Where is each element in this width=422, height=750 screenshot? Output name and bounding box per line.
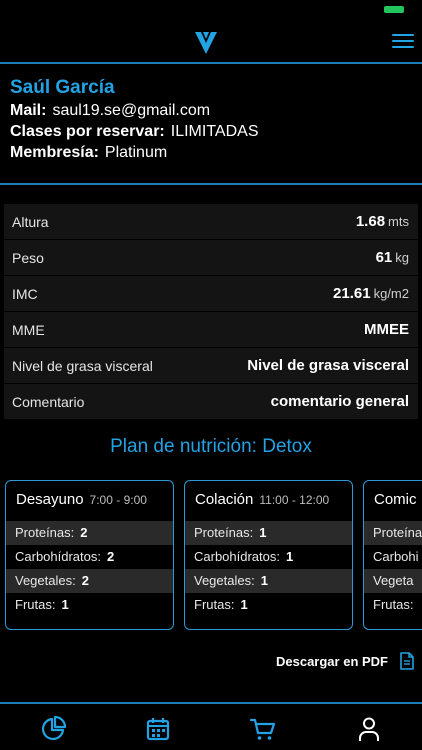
- meal-item: Proteínas: 1: [185, 521, 352, 545]
- meal-name: Desayuno: [16, 491, 84, 508]
- download-pdf-label: Descargar en PDF: [276, 653, 388, 669]
- meal-name: Colación: [195, 491, 254, 508]
- calendar-icon[interactable]: [145, 716, 171, 742]
- stat-value: 21.61: [333, 285, 371, 302]
- pie-chart-icon[interactable]: [40, 716, 66, 742]
- meal-item: Carbohídratos: 2: [15, 549, 115, 564]
- meal-item: Vegetales: 1: [185, 569, 352, 593]
- stat-row-altura: Altura 1.68 mts: [4, 204, 418, 239]
- stat-label: Altura: [12, 213, 49, 230]
- membership-label: Membresía:: [10, 144, 99, 161]
- battery-icon: [384, 6, 404, 13]
- meal-card-comida[interactable]: Comic Proteína Carbohi Vegeta Frutas:: [363, 480, 422, 630]
- bottom-tab-bar: [0, 702, 422, 750]
- stat-row-imc: IMC 21.61 kg/m2: [4, 276, 418, 311]
- meal-time: 11:00 - 12:00: [259, 493, 330, 507]
- stat-unit: kg/m2: [373, 286, 409, 301]
- stat-row-mme: MME MMEE: [4, 312, 418, 347]
- stat-unit: mts: [388, 214, 409, 229]
- classes-row: Clases por reservar: ILIMITADAS: [10, 121, 414, 142]
- membership-row: Membresía: Platinum: [10, 142, 414, 163]
- mail-label: Mail:: [10, 102, 47, 119]
- meal-card-colacion[interactable]: Colación 11:00 - 12:00 Proteínas: 1 Carboh…: [184, 480, 353, 630]
- meal-item: Frutas: 1: [15, 597, 69, 612]
- stat-value: 1.68: [355, 213, 386, 230]
- person-icon[interactable]: [356, 716, 382, 742]
- classes-label: Clases por reservar:: [10, 123, 165, 140]
- meal-item: Frutas: 1: [194, 597, 248, 612]
- meal-time: 7:00 - 9:00: [89, 493, 147, 507]
- mail-value: saul19.se@gmail.com: [52, 102, 211, 119]
- stat-label: Comentario: [12, 393, 85, 410]
- stat-unit: kg: [395, 250, 409, 265]
- meal-item: Proteína: [364, 521, 422, 545]
- meal-item: Proteínas: 2: [6, 521, 173, 545]
- stat-label: Peso: [12, 249, 44, 266]
- stat-value: 61: [375, 249, 393, 266]
- stats-list: Altura 1.68 mts Peso 61 kg IMC 21.61 kg/m2 …: [4, 204, 418, 420]
- download-pdf-button[interactable]: Descargar en PDF: [276, 651, 414, 671]
- stat-row-grasa-visceral: Nivel de grasa visceral Nivel de grasa v…: [4, 348, 418, 383]
- meal-item: Frutas:: [373, 597, 414, 612]
- stat-row-peso: Peso 61 kg: [4, 240, 418, 275]
- stat-value: comentario general: [270, 393, 409, 410]
- meal-cards-carousel[interactable]: Desayuno 7:00 - 9:00 Proteínas: 2 Carbohíd…: [5, 480, 422, 630]
- meal-card-desayuno[interactable]: Desayuno 7:00 - 9:00 Proteínas: 2 Carbohíd…: [5, 480, 174, 630]
- classes-value: ILIMITADAS: [170, 123, 259, 140]
- divider: [0, 183, 422, 185]
- meal-item: Vegeta: [364, 569, 422, 593]
- meal-item: Carbohídratos: 1: [194, 549, 294, 564]
- stat-value: MMEE: [364, 321, 409, 338]
- stat-label: IMC: [12, 285, 38, 302]
- status-bar: [0, 0, 422, 22]
- stat-row-comentario: Comentario comentario general: [4, 384, 418, 419]
- stat-label: MME: [12, 321, 45, 338]
- stat-label: Nivel de grasa visceral: [12, 357, 153, 374]
- profile-section: Saúl García Mail: saul19.se@gmail.com Cla…: [10, 76, 414, 163]
- membership-value: Platinum: [104, 144, 168, 161]
- mail-row: Mail: saul19.se@gmail.com: [10, 100, 414, 121]
- meal-item: Carbohi: [373, 549, 419, 564]
- meal-name: Comic: [374, 491, 417, 508]
- nutrition-plan-title: Plan de nutrición: Detox: [110, 436, 312, 457]
- stat-value: Nivel de grasa visceral: [247, 357, 409, 374]
- user-name: Saúl García: [10, 77, 115, 98]
- app-header: [0, 22, 422, 64]
- cart-icon[interactable]: [250, 716, 276, 742]
- meal-item: Vegetales: 2: [6, 569, 173, 593]
- hamburger-menu-icon[interactable]: [392, 34, 414, 50]
- pdf-document-icon: [400, 652, 414, 670]
- v-logo-icon: [195, 32, 217, 54]
